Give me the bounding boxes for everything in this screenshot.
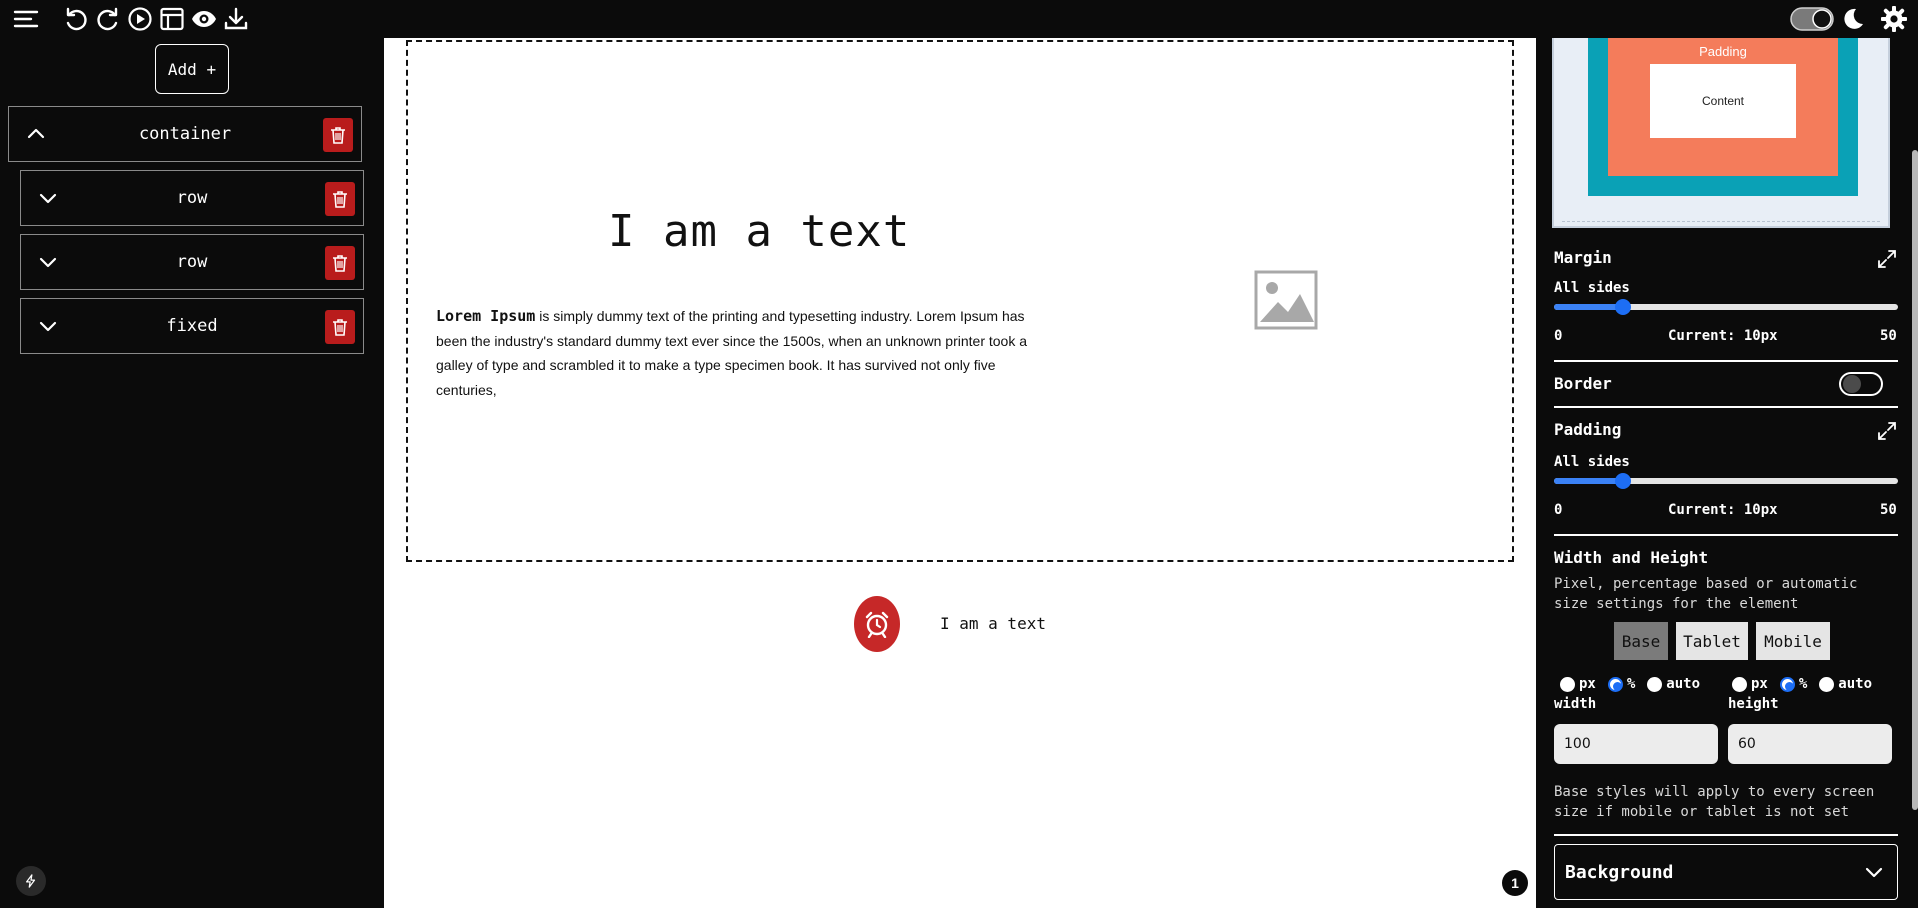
margin-all-sides-label: All sides	[1554, 280, 1630, 296]
height-percent-radio[interactable]	[1779, 676, 1795, 692]
box-model-content: Content	[1650, 64, 1796, 138]
layout-icon[interactable]	[158, 5, 186, 33]
undo-icon[interactable]	[62, 5, 90, 33]
panel-scrollbar[interactable]	[1912, 150, 1918, 810]
device-mobile-button[interactable]: Mobile	[1756, 622, 1830, 660]
redo-icon[interactable]	[94, 5, 122, 33]
height-label: height	[1728, 696, 1779, 712]
chevron-up-icon[interactable]	[25, 123, 47, 145]
moon-icon[interactable]	[1838, 5, 1866, 33]
layer-item-fixed[interactable]: fixed	[20, 298, 364, 354]
layer-label: container	[138, 124, 232, 144]
margin-slider-knob[interactable]	[1614, 299, 1631, 315]
margin-slider[interactable]	[1554, 299, 1898, 315]
border-toggle[interactable]	[1839, 372, 1883, 396]
layer-item-row[interactable]: row	[20, 170, 364, 226]
divider	[1554, 834, 1898, 836]
padding-current-label: Current: 10px	[1668, 502, 1778, 518]
layer-label: fixed	[166, 316, 218, 336]
padding-min-label: 0	[1554, 502, 1563, 518]
padding-slider[interactable]	[1554, 473, 1898, 489]
width-height-title: Width and Height	[1554, 548, 1709, 567]
background-accordion[interactable]: Background	[1554, 844, 1898, 900]
padding-max-label: 50	[1880, 502, 1897, 518]
page-canvas: I am a text Lorem Ipsum is simply dummy …	[384, 38, 1536, 908]
notification-badge[interactable]: 1	[1502, 870, 1528, 896]
margin-min-label: 0	[1554, 328, 1563, 344]
width-auto-radio[interactable]	[1647, 676, 1663, 692]
trash-icon[interactable]	[325, 310, 355, 344]
trash-icon[interactable]	[323, 118, 353, 152]
divider	[1554, 534, 1898, 536]
margin-title: Margin	[1554, 248, 1612, 267]
width-unit-radios: px % auto	[1560, 676, 1708, 692]
top-toolbar	[0, 0, 1918, 38]
properties-panel: Padding Content Margin All sides 0 Curre…	[1536, 38, 1918, 908]
padding-slider-knob[interactable]	[1614, 473, 1631, 489]
height-input[interactable]: 60	[1728, 724, 1892, 764]
margin-current-label: Current: 10px	[1668, 328, 1778, 344]
box-model-padding-label: Padding	[1699, 44, 1747, 59]
width-input[interactable]: 100	[1554, 724, 1718, 764]
toggle-knob	[1843, 375, 1861, 393]
padding-all-sides-label: All sides	[1554, 454, 1630, 470]
padding-slider-fill	[1554, 478, 1623, 484]
layer-label: row	[176, 252, 208, 272]
background-title: Background	[1565, 861, 1674, 883]
width-label: width	[1554, 696, 1597, 712]
device-base-button[interactable]: Base	[1614, 622, 1668, 660]
radio-label: auto	[1838, 676, 1873, 692]
radio-label: px	[1579, 676, 1596, 692]
margin-slider-fill	[1554, 304, 1623, 310]
heading-text[interactable]: I am a text	[608, 206, 910, 257]
radio-label: %	[1798, 676, 1808, 692]
divider	[1554, 360, 1898, 362]
bolt-icon[interactable]	[16, 866, 46, 896]
alarm-clock-icon[interactable]	[854, 596, 900, 652]
height-auto-radio[interactable]	[1819, 676, 1835, 692]
layer-item-row[interactable]: row	[20, 234, 364, 290]
chevron-down-icon[interactable]	[37, 187, 59, 209]
eye-icon[interactable]	[190, 5, 218, 33]
radio-label: px	[1751, 676, 1768, 692]
padding-title: Padding	[1554, 420, 1622, 439]
height-px-radio[interactable]	[1732, 676, 1747, 692]
download-icon[interactable]	[222, 5, 250, 33]
theme-toggle[interactable]	[1790, 5, 1834, 33]
play-icon[interactable]	[126, 5, 154, 33]
divider	[1554, 406, 1898, 408]
paragraph-text[interactable]: Lorem Ipsum is simply dummy text of the …	[436, 304, 1046, 402]
chevron-down-icon	[1865, 867, 1883, 878]
radio-label: auto	[1666, 676, 1701, 692]
paragraph-bold: Lorem Ipsum	[436, 307, 536, 325]
radio-label: %	[1626, 676, 1636, 692]
box-model-margin-edge	[1562, 221, 1880, 222]
expand-icon[interactable]	[1876, 420, 1898, 442]
image-placeholder-icon[interactable]	[1254, 270, 1318, 330]
width-px-radio[interactable]	[1560, 676, 1575, 692]
add-element-button[interactable]: Add +	[155, 44, 229, 94]
box-model-diagram: Padding Content	[1552, 38, 1890, 228]
width-percent-radio[interactable]	[1607, 676, 1623, 692]
device-tablet-button[interactable]: Tablet	[1676, 622, 1748, 660]
border-title: Border	[1554, 374, 1612, 393]
chevron-down-icon[interactable]	[37, 251, 59, 273]
base-styles-note: Base styles will apply to every screen s…	[1554, 784, 1875, 820]
trash-icon[interactable]	[325, 182, 355, 216]
layers-sidebar: Add + container row row fixed	[0, 38, 384, 908]
height-unit-radios: px % auto	[1732, 676, 1880, 692]
small-text[interactable]: I am a text	[940, 614, 1046, 633]
width-height-description: Pixel, percentage based or automatic siz…	[1554, 576, 1858, 612]
trash-icon[interactable]	[325, 246, 355, 280]
expand-icon[interactable]	[1876, 248, 1898, 270]
menu-icon[interactable]	[12, 5, 40, 33]
chevron-down-icon[interactable]	[37, 315, 59, 337]
layer-item-container[interactable]: container	[8, 106, 362, 162]
layer-label: row	[176, 188, 208, 208]
container-element[interactable]	[406, 40, 1514, 562]
margin-max-label: 50	[1880, 328, 1897, 344]
gear-icon[interactable]	[1880, 5, 1908, 33]
